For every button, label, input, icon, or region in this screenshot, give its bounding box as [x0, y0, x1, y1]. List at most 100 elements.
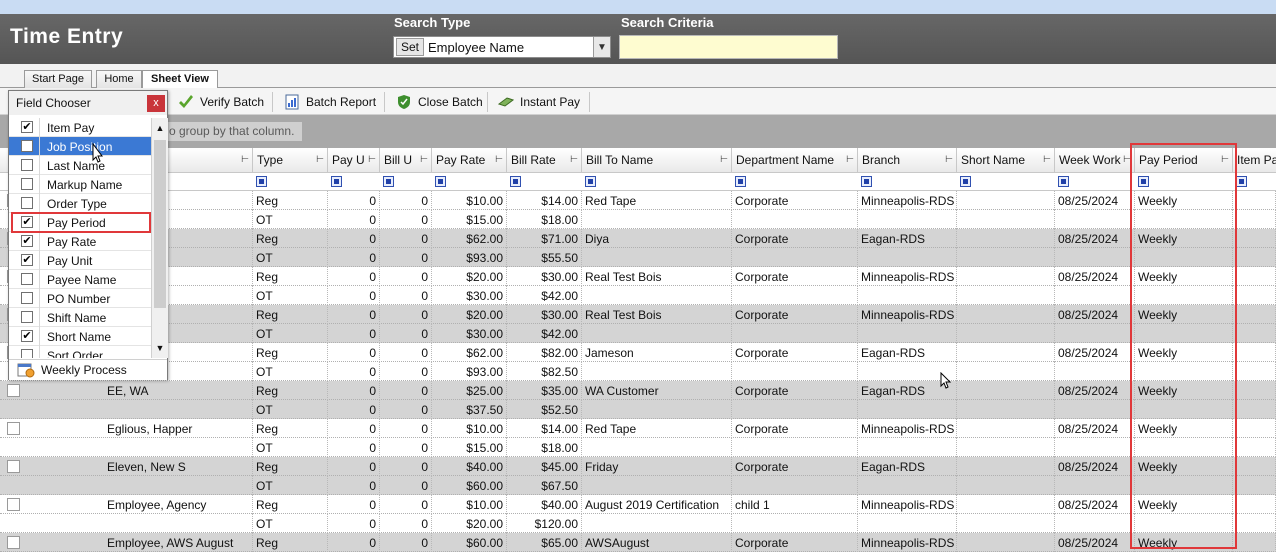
table-cell-bill_u[interactable]: 0: [380, 286, 432, 305]
table-cell-dept[interactable]: Corporate: [732, 419, 858, 438]
table-cell-period[interactable]: [1135, 210, 1233, 229]
table-cell-item[interactable]: [1233, 476, 1276, 495]
table-cell-type[interactable]: OT: [253, 248, 328, 267]
table-cell-bill_u[interactable]: 0: [380, 362, 432, 381]
table-cell-bill_to[interactable]: [582, 286, 732, 305]
table-cell-period[interactable]: Weekly: [1135, 267, 1233, 286]
table-row[interactable]: deoReg00$10.00$14.00Red TapeCorporateMin…: [0, 191, 1276, 210]
table-cell-bill_rate[interactable]: $82.00: [507, 343, 582, 362]
table-cell-short[interactable]: [957, 381, 1055, 400]
row-checkbox[interactable]: [7, 498, 20, 511]
table-cell-name[interactable]: Eglious, Happer: [104, 419, 253, 438]
table-cell-branch[interactable]: [858, 210, 957, 229]
filter-icon[interactable]: [735, 176, 746, 187]
filter-icon[interactable]: [1138, 176, 1149, 187]
field-chooser-item[interactable]: Order Type: [9, 194, 151, 213]
table-cell-week[interactable]: [1055, 514, 1135, 533]
table-cell-bill_u[interactable]: 0: [380, 381, 432, 400]
table-cell-item[interactable]: [1233, 362, 1276, 381]
table-cell-period[interactable]: [1135, 362, 1233, 381]
table-cell-bill_to[interactable]: [582, 476, 732, 495]
column-header-pay-rate[interactable]: Pay Rate ⊢: [432, 148, 507, 173]
table-cell-type[interactable]: Reg: [253, 419, 328, 438]
table-cell-bill_to[interactable]: Red Tape: [582, 419, 732, 438]
table-cell-item[interactable]: [1233, 419, 1276, 438]
table-row[interactable]: Employee, AWS August Reg 0 0 $60.00 $65.00 AWS…: [0, 533, 1276, 552]
table-cell-branch[interactable]: [858, 438, 957, 457]
table-cell-pay_rate[interactable]: $60.00: [432, 476, 507, 495]
table-row[interactable]: SReg00$62.00$71.00DiyaCorporateEagan-RDS…: [0, 229, 1276, 248]
table-row[interactable]: OT 0 0 $30.00 $42.00: [0, 324, 1276, 343]
column-header-pay-period[interactable]: Pay Period ⊢: [1135, 148, 1233, 173]
table-cell-week[interactable]: 08/25/2024: [1055, 343, 1135, 362]
filter-icon[interactable]: [585, 176, 596, 187]
table-cell-bill_rate[interactable]: $42.00: [507, 324, 582, 343]
table-cell-week[interactable]: [1055, 324, 1135, 343]
table-cell-bill_rate[interactable]: $120.00: [507, 514, 582, 533]
table-cell-branch[interactable]: Minneapolis-RDS: [858, 495, 957, 514]
table-cell-dept[interactable]: Corporate: [732, 267, 858, 286]
field-chooser-item[interactable]: ✔ Item Pay: [9, 118, 151, 137]
table-cell-item[interactable]: [1233, 533, 1276, 552]
column-header-week-work[interactable]: Week Work ⊢: [1055, 148, 1135, 173]
table-cell-week[interactable]: 08/25/2024: [1055, 381, 1135, 400]
table-cell-bill_to[interactable]: [582, 362, 732, 381]
table-cell-bill_rate[interactable]: $65.00: [507, 533, 582, 552]
table-cell-branch[interactable]: [858, 324, 957, 343]
checkbox[interactable]: [21, 178, 33, 190]
verify-batch-button[interactable]: Verify Batch: [178, 92, 264, 112]
table-cell-pay_u[interactable]: 0: [328, 495, 380, 514]
table-cell-pay_rate[interactable]: $20.00: [432, 267, 507, 286]
table-cell-bill_u[interactable]: 0: [380, 191, 432, 210]
table-cell-item[interactable]: [1233, 495, 1276, 514]
filter-icon[interactable]: [331, 176, 342, 187]
field-chooser-item[interactable]: Job Position: [9, 137, 151, 156]
table-cell-item[interactable]: [1233, 381, 1276, 400]
table-cell-branch[interactable]: [858, 248, 957, 267]
column-header-branch[interactable]: Branch ⊢: [858, 148, 957, 173]
field-chooser-scrollbar[interactable]: ▲ ▼: [151, 118, 168, 358]
table-cell-bill_to[interactable]: Real Test Bois: [582, 305, 732, 324]
table-cell-type[interactable]: OT: [253, 438, 328, 457]
table-cell-short[interactable]: [957, 438, 1055, 457]
table-cell-week[interactable]: [1055, 362, 1135, 381]
column-header-item-pay[interactable]: Item Pa: [1233, 148, 1276, 173]
pin-icon[interactable]: ⊢: [1123, 154, 1131, 165]
table-cell-branch[interactable]: Minneapolis-RDS: [858, 419, 957, 438]
checkbox[interactable]: [21, 349, 33, 358]
table-cell-item[interactable]: [1233, 210, 1276, 229]
table-cell-period[interactable]: [1135, 400, 1233, 419]
table-cell-bill_to[interactable]: Red Tape: [582, 191, 732, 210]
table-cell-item[interactable]: [1233, 229, 1276, 248]
filter-icon[interactable]: [861, 176, 872, 187]
set-button[interactable]: Set: [396, 38, 424, 56]
table-cell-branch[interactable]: Minneapolis-RDS: [858, 267, 957, 286]
table-cell-pay_rate[interactable]: $37.50: [432, 400, 507, 419]
table-cell-item[interactable]: [1233, 438, 1276, 457]
table-cell-pay_u[interactable]: 0: [328, 438, 380, 457]
table-cell-short[interactable]: [957, 324, 1055, 343]
table-cell-type[interactable]: Reg: [253, 457, 328, 476]
table-cell-bill_to[interactable]: WA Customer: [582, 381, 732, 400]
instant-pay-button[interactable]: Instant Pay: [498, 92, 580, 112]
column-header-bill-to-name[interactable]: Bill To Name ⊢: [582, 148, 732, 173]
checkbox[interactable]: [21, 311, 33, 323]
table-cell-week[interactable]: 08/25/2024: [1055, 191, 1135, 210]
table-cell-type[interactable]: OT: [253, 362, 328, 381]
table-cell-short[interactable]: [957, 514, 1055, 533]
table-cell-bill_u[interactable]: 0: [380, 419, 432, 438]
table-cell-name[interactable]: EE, WA: [104, 381, 253, 400]
table-cell-pay_u[interactable]: 0: [328, 267, 380, 286]
table-cell-type[interactable]: Reg: [253, 495, 328, 514]
table-cell-pay_u[interactable]: 0: [328, 229, 380, 248]
table-cell-short[interactable]: [957, 229, 1055, 248]
table-cell-period[interactable]: Weekly: [1135, 381, 1233, 400]
table-cell-type[interactable]: OT: [253, 400, 328, 419]
table-row[interactable]: OT 0 0 $30.00 $42.00: [0, 286, 1276, 305]
table-cell-period[interactable]: Weekly: [1135, 343, 1233, 362]
table-cell-pay_rate[interactable]: $10.00: [432, 495, 507, 514]
table-cell-dept[interactable]: [732, 286, 858, 305]
checkbox[interactable]: [21, 292, 33, 304]
table-cell-week[interactable]: 08/25/2024: [1055, 495, 1135, 514]
filter-icon[interactable]: [1058, 176, 1069, 187]
